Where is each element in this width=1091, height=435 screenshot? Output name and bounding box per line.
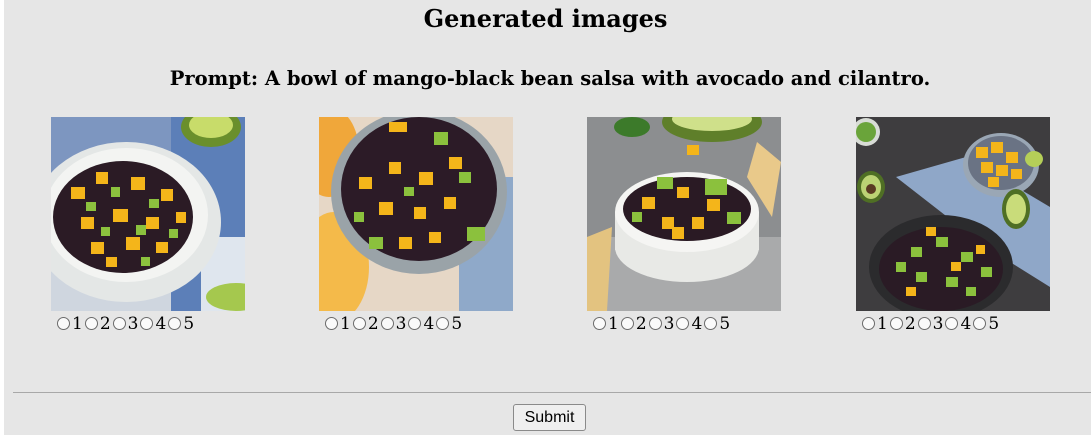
rating-radio-4-1[interactable] <box>862 317 875 330</box>
rating-label: 4 <box>960 314 972 334</box>
image-card-3: 12345 <box>587 117 781 334</box>
rating-radio-1-3[interactable] <box>112 317 126 330</box>
rating-radio-2-3[interactable] <box>380 317 394 330</box>
generated-image-2 <box>319 117 513 311</box>
rating-radio-2-4[interactable] <box>408 317 422 330</box>
rating-radio-3-2[interactable] <box>620 317 634 330</box>
rating-label: 4 <box>691 314 703 334</box>
rating-radio-1-5[interactable] <box>168 317 182 330</box>
rating-radio-4-5[interactable] <box>973 317 987 330</box>
rating-radio-1-1[interactable] <box>57 317 70 330</box>
rating-radio-2-5[interactable] <box>436 317 450 330</box>
rating-radio-3-4[interactable] <box>676 317 690 330</box>
rating-label: 3 <box>127 314 139 334</box>
rating-radio-2-2[interactable] <box>352 317 366 330</box>
rating-label: 5 <box>183 314 195 334</box>
rating-radio-3-3[interactable] <box>648 317 662 330</box>
rating-group-4: 12345 <box>862 314 1001 334</box>
image-card-4: 12345 <box>856 117 1050 334</box>
rating-label: 2 <box>635 314 647 334</box>
rating-radio-2-1[interactable] <box>325 317 338 330</box>
rating-group-2: 12345 <box>325 314 464 334</box>
rating-radio-4-3[interactable] <box>917 317 931 330</box>
rating-label: 5 <box>988 314 1000 334</box>
rating-radio-1-2[interactable] <box>84 317 98 330</box>
rating-label: 2 <box>904 314 916 334</box>
rating-label: 2 <box>99 314 111 334</box>
rating-radio-3-5[interactable] <box>704 317 718 330</box>
rating-radio-3-1[interactable] <box>593 317 606 330</box>
rating-label: 1 <box>72 314 83 334</box>
rating-radio-1-4[interactable] <box>140 317 154 330</box>
generated-image-1 <box>51 117 245 311</box>
rating-label: 3 <box>663 314 675 334</box>
rating-label: 3 <box>395 314 407 334</box>
submit-button[interactable]: Submit <box>513 404 586 431</box>
image-card-1: 12345 <box>51 117 245 334</box>
image-card-2: 12345 <box>319 117 513 334</box>
rating-label: 4 <box>155 314 167 334</box>
rating-group-1: 12345 <box>57 314 196 334</box>
page-title: Generated images <box>423 4 668 33</box>
rating-radio-4-4[interactable] <box>945 317 959 330</box>
rating-label: 5 <box>451 314 463 334</box>
rating-label: 5 <box>719 314 731 334</box>
rating-label: 1 <box>340 314 351 334</box>
rating-radio-4-2[interactable] <box>889 317 903 330</box>
rating-label: 1 <box>877 314 888 334</box>
rating-label: 1 <box>608 314 619 334</box>
generated-image-4 <box>856 117 1050 311</box>
generated-image-3 <box>587 117 781 311</box>
rating-label: 3 <box>932 314 944 334</box>
rating-group-3: 12345 <box>593 314 732 334</box>
form-divider <box>13 392 1091 393</box>
rating-label: 4 <box>423 314 435 334</box>
prompt-heading: Prompt: A bowl of mango-black bean salsa… <box>169 67 931 90</box>
rating-label: 2 <box>367 314 379 334</box>
